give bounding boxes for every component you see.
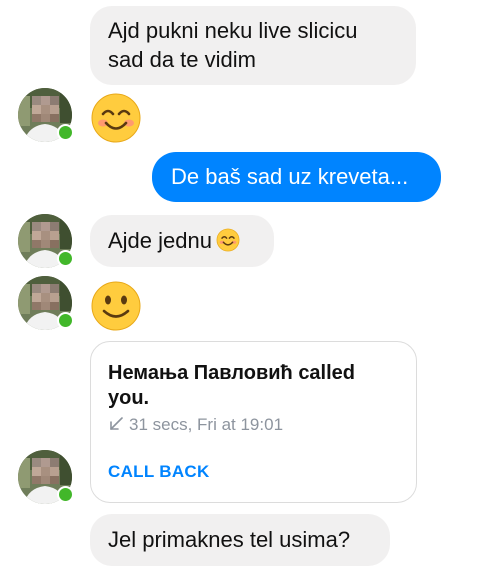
incoming-message-bubble[interactable]: Ajde jednu xyxy=(90,215,274,267)
caller-text: you. xyxy=(108,387,150,409)
incoming-call-arrow-icon xyxy=(108,416,124,432)
message-text: Ajde jednu xyxy=(108,228,212,253)
emoji-message[interactable] xyxy=(90,92,142,149)
caller-text: Немања Павловић called xyxy=(108,362,356,384)
message-text: Ajd pukni neku live slicicu xyxy=(108,18,358,43)
incoming-message-bubble[interactable]: Ajd pukni neku live slicicu sad da te vi… xyxy=(90,6,416,85)
call-title: Немања Павловић called you. xyxy=(108,361,388,411)
contact-avatar[interactable] xyxy=(18,214,74,268)
missed-call-card: Немања Павловић called you. 31 secs, Fri… xyxy=(90,341,417,503)
incoming-message-bubble[interactable]: Jel primaknes tel usima? xyxy=(90,514,390,566)
message-text: De baš sad uz kreveta... xyxy=(171,164,409,189)
call-duration-time: 31 secs, Fri at 19:01 xyxy=(129,415,284,434)
online-status-dot xyxy=(57,124,74,141)
online-status-dot xyxy=(57,486,74,503)
message-text: sad da te vidim xyxy=(108,47,256,72)
slightly-smiling-face-icon xyxy=(91,281,141,331)
call-meta: 31 secs, Fri at 19:01 xyxy=(108,414,283,436)
smiling-face-with-smiling-eyes-icon xyxy=(91,93,141,143)
contact-avatar[interactable] xyxy=(18,276,74,330)
contact-avatar[interactable] xyxy=(18,450,74,504)
outgoing-message-bubble[interactable]: De baš sad uz kreveta... xyxy=(152,152,441,202)
emoji-message[interactable] xyxy=(90,280,142,337)
contact-avatar[interactable] xyxy=(18,88,74,142)
call-back-button[interactable]: CALL BACK xyxy=(108,461,210,483)
message-text: Jel primaknes tel usima? xyxy=(108,527,351,552)
online-status-dot xyxy=(57,250,74,267)
smiling-face-with-smiling-eyes-icon xyxy=(216,228,240,259)
online-status-dot xyxy=(57,312,74,329)
chat-thread: Ajd pukni neku live slicicu sad da te vi… xyxy=(0,0,479,569)
